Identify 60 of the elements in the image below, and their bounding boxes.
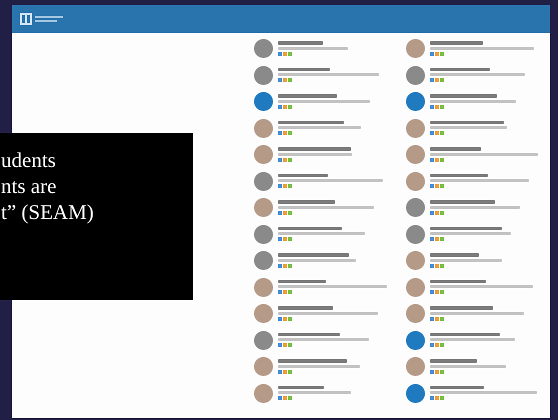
tag-icons-drawing: [430, 210, 444, 214]
tag-icons-drawing: [430, 184, 444, 188]
tag-icons-drawing: [278, 370, 292, 374]
tag-icons-drawing: [278, 237, 292, 241]
blurred-text-line: [430, 258, 502, 262]
tag-icons-drawing: [430, 370, 444, 374]
blurred-text-line: [278, 120, 344, 124]
tag-icons-drawing: [278, 343, 292, 347]
blurred-text-line: [430, 253, 479, 256]
tag-icons-drawing: [278, 316, 292, 320]
blurred-text-line: [430, 359, 477, 362]
blurred-text-line: [278, 386, 324, 389]
tag-icons-drawing: [430, 290, 444, 294]
tag-icons-drawing: [430, 264, 444, 268]
tag-icons-drawing: [278, 290, 292, 294]
tag-icons-drawing: [430, 343, 444, 347]
blurred-text-line: [278, 306, 333, 310]
tag-icons-drawing: [278, 158, 292, 162]
blurred-text-line: [430, 280, 486, 283]
tag-icons-drawing: [430, 52, 444, 56]
blurred-text-line: [278, 94, 337, 98]
tag-icons-drawing: [278, 396, 292, 400]
blurred-text-line: [430, 94, 497, 98]
blurred-text-line: [430, 174, 488, 177]
blurred-text-line: [430, 41, 483, 44]
blurred-text-line: [278, 41, 323, 44]
tag-icons-drawing: [278, 184, 292, 188]
blurred-text-line: [430, 68, 490, 71]
tag-icons-drawing: [430, 131, 444, 135]
tag-icons-drawing: [430, 104, 444, 108]
tag-icons-drawing: [430, 78, 444, 82]
blurred-text-line: [278, 359, 347, 362]
blurred-text-line: [430, 147, 481, 150]
tag-icons-drawing: [430, 316, 444, 320]
caption-text: nts are: [1, 173, 56, 199]
blurred-text-line: [278, 46, 348, 50]
tag-icons-drawing: [278, 52, 292, 56]
blurred-text-line: [430, 386, 484, 389]
blurred-text-line: [278, 226, 342, 230]
tag-icons-drawing: [278, 104, 292, 108]
tag-icons-drawing: [278, 210, 292, 214]
blurred-text-line: [278, 68, 330, 71]
caption-text: udents: [1, 147, 56, 173]
tag-icons-drawing: [278, 78, 292, 82]
blurred-text-line: [278, 200, 335, 204]
blurred-text-line: [430, 332, 500, 336]
blurred-text-line: [278, 332, 340, 336]
blurred-text-line: [278, 174, 328, 177]
blurred-text-line: [430, 226, 502, 230]
blurred-text-line: [430, 200, 495, 204]
blurred-text-line: [278, 253, 349, 256]
blurred-text-line: [278, 280, 326, 283]
caption-text: t” (SEAM): [1, 199, 94, 225]
tag-icons-drawing: [430, 237, 444, 241]
tag-icons-drawing: [278, 131, 292, 135]
tag-icons-drawing: [278, 264, 292, 268]
logo-icon: [20, 12, 66, 26]
tag-icons-drawing: [430, 158, 444, 162]
tag-icons-drawing: [430, 396, 444, 400]
blurred-text-line: [430, 306, 493, 310]
